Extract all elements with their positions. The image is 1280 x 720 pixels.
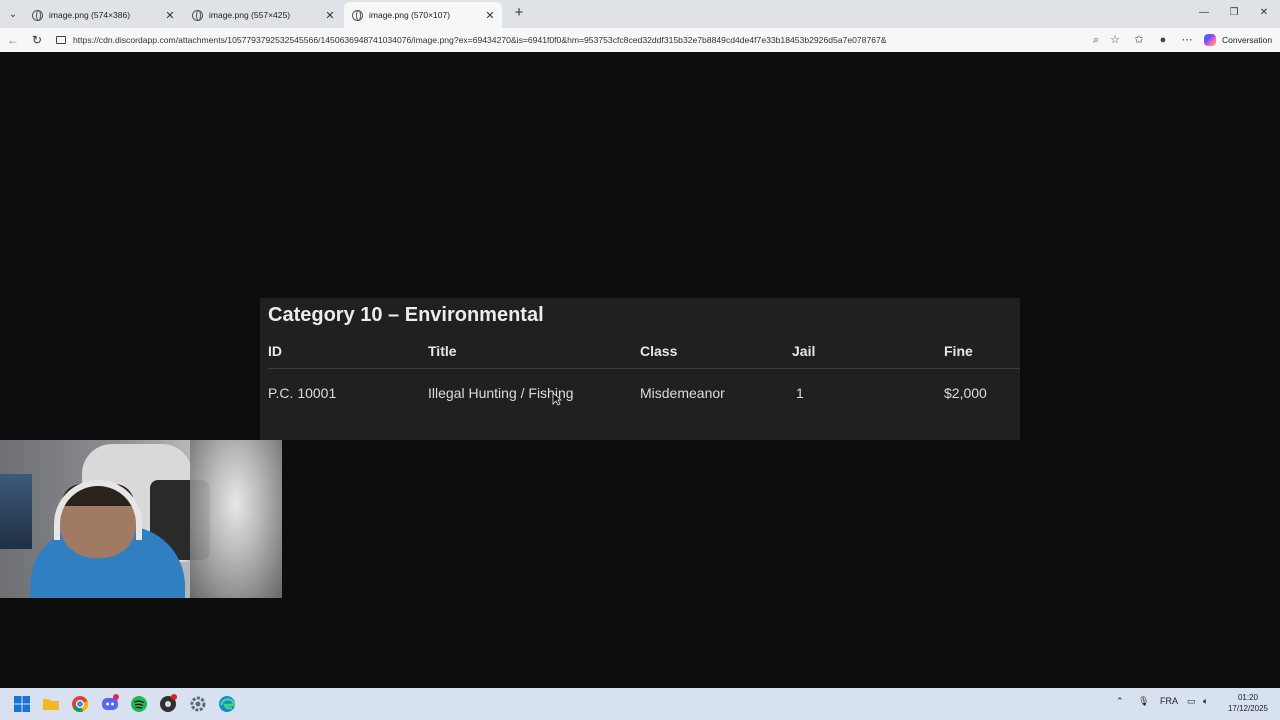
mouse-cursor-icon (552, 392, 562, 406)
show-hidden-icons[interactable]: ⌃ (1116, 696, 1124, 707)
smoke-effect (190, 440, 282, 598)
clock-time: 01:20 (1237, 693, 1259, 702)
tab-image-2[interactable]: image.png (557×425) ✕ (184, 2, 342, 28)
category-heading: Category 10 – Environmental (268, 304, 544, 326)
copilot-button[interactable]: Conversation (1204, 31, 1272, 49)
tab-title: image.png (557×425) (209, 10, 291, 20)
zoom-icon[interactable]: ⌕ (1088, 32, 1104, 48)
tab-image-1[interactable]: image.png (574×386) ✕ (24, 2, 182, 28)
tab-actions-menu-icon[interactable]: ⌄ (4, 5, 22, 23)
system-clock[interactable]: 01:20 17/12/2025 (1222, 692, 1274, 714)
volume-icon[interactable]: 🔈︎ (1203, 696, 1208, 707)
column-header-title: Title (428, 343, 457, 359)
tab-title: image.png (570×107) (369, 10, 451, 20)
windows-start-icon[interactable] (12, 694, 32, 714)
globe-icon (352, 9, 363, 21)
spotify-icon[interactable] (129, 694, 149, 714)
network-icon[interactable]: ▭ (1187, 696, 1196, 707)
close-window-icon[interactable]: ✕ (1250, 4, 1278, 22)
cell-class: Misdemeanor (640, 385, 725, 401)
favorite-star-icon[interactable]: ☆ (1107, 32, 1123, 48)
obs-icon[interactable] (158, 694, 178, 714)
minimize-icon[interactable]: — (1190, 4, 1218, 22)
maximize-icon[interactable]: ❐ (1220, 4, 1248, 22)
microphone-icon[interactable]: 🎙︎ (1138, 696, 1149, 707)
globe-icon (192, 9, 203, 21)
webcam-overlay (0, 440, 282, 598)
copilot-icon (1204, 34, 1216, 46)
close-tab-icon[interactable]: ✕ (482, 9, 498, 22)
cell-jail: 1 (796, 385, 804, 401)
address-url: https://cdn.discordapp.com/attachments/1… (73, 35, 887, 45)
favorites-icon[interactable]: ✩ (1131, 32, 1147, 48)
taskbar: ⌃ 🎙︎ FRA ▭ 🔈︎ 01:20 17/12/2025 (0, 688, 1280, 720)
header-divider (268, 368, 1020, 369)
cell-fine: $2,000 (944, 385, 987, 401)
copilot-label: Conversation (1222, 35, 1273, 45)
close-tab-icon[interactable]: ✕ (322, 9, 338, 22)
column-header-fine: Fine (944, 343, 973, 359)
column-header-id: ID (268, 343, 282, 359)
more-menu-icon[interactable]: ⋯ (1179, 32, 1195, 48)
close-tab-icon[interactable]: ✕ (162, 9, 178, 22)
refresh-icon[interactable]: ↻ (28, 31, 46, 49)
clock-date: 17/12/2025 (1227, 704, 1269, 713)
displayed-image: Category 10 – Environmental ID Title Cla… (260, 298, 1020, 440)
cell-id: P.C. 10001 (268, 385, 337, 401)
address-bar[interactable]: https://cdn.discordapp.com/attachments/1… (52, 30, 1112, 50)
edge-icon[interactable] (217, 694, 237, 714)
file-explorer-icon[interactable] (41, 694, 61, 714)
tab-image-3[interactable]: image.png (570×107) ✕ (344, 2, 502, 28)
settings-gear-icon[interactable] (188, 694, 208, 714)
back-icon[interactable]: ← (4, 31, 22, 49)
tab-title: image.png (574×386) (49, 10, 131, 20)
navigation-bar: ← ↻ https://cdn.discordapp.com/attachmen… (0, 28, 1280, 52)
globe-icon (32, 9, 43, 21)
discord-icon[interactable] (100, 694, 120, 714)
tab-strip: ⌄ image.png (574×386) ✕ image.png (557×4… (0, 0, 1280, 28)
language-indicator[interactable]: FRA (1160, 696, 1178, 706)
column-header-jail: Jail (792, 343, 816, 359)
profile-icon[interactable]: ● (1155, 32, 1171, 48)
new-tab-icon[interactable]: + (510, 4, 528, 22)
column-header-class: Class (640, 343, 678, 359)
chrome-icon[interactable] (70, 694, 90, 714)
wall-poster (0, 474, 32, 549)
site-info-icon[interactable] (56, 36, 66, 44)
